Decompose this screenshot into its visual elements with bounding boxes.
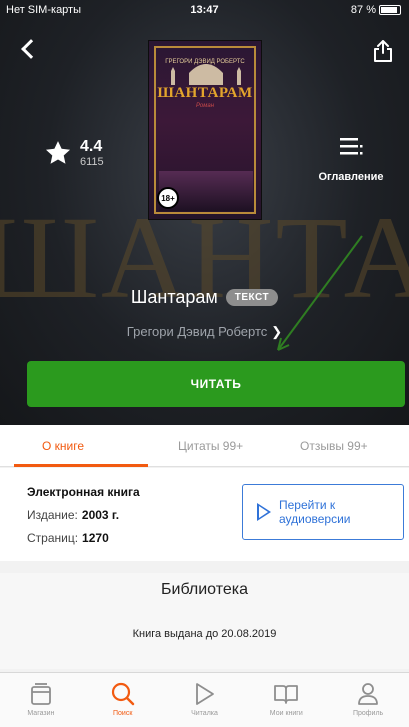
cover-author: ГРЕГОРИ ДЭВИД РОБЕРТС	[165, 59, 245, 65]
loan-due-text: Книга выдана до 20.08.2019	[132, 628, 277, 640]
library-header: Библиотека	[161, 581, 248, 598]
battery-percent: 87 %	[350, 4, 376, 16]
tabbar-item-my-books[interactable]: Мои книги	[245, 673, 327, 727]
tabbar-label-my-books: Мои книги	[269, 710, 303, 717]
tabbar-label-search: Поиск	[112, 710, 133, 717]
tab-quotes[interactable]: Цитаты 99+	[178, 439, 243, 453]
book-title-row: Шантарам ТЕКСТ	[0, 287, 409, 308]
status-time: 13:47	[190, 4, 219, 16]
book-info: Электронная книга Издание: 2003 г. Страни…	[0, 468, 409, 561]
tabbar-item-profile[interactable]: Профиль	[327, 673, 409, 727]
book-tabs: О книге Цитаты 99+ Отзывы 99+	[0, 425, 409, 467]
edition-label: Издание:	[27, 508, 78, 522]
tab-reviews[interactable]: Отзывы 99+	[300, 439, 368, 453]
rating-count: 6115	[80, 156, 104, 168]
book-type: Электронная книга	[27, 485, 140, 499]
toc-label: Оглавление	[318, 171, 384, 183]
book-hero: ШАНТАРАМ Нет SIM-карты 13:47 87 % 4.4 61…	[0, 0, 409, 425]
age-rating-badge: 18+	[157, 187, 179, 209]
profile-icon	[358, 683, 378, 705]
play-icon	[196, 683, 215, 705]
rating-block[interactable]: 4.4 6115	[44, 138, 104, 168]
pages-value: 1270	[82, 531, 109, 545]
author-link[interactable]: Грегори Дэвид Робертс ❯	[0, 324, 409, 340]
book-title: Шантарам	[130, 287, 218, 307]
library-section: Библиотека Книга выдана до 20.08.2019	[0, 573, 409, 669]
audio-version-button[interactable]: Перейти к аудиоверсии	[242, 484, 404, 540]
active-tab-indicator	[14, 464, 148, 467]
chevron-right-icon: ❯	[271, 324, 283, 339]
back-chevron-icon[interactable]	[21, 39, 41, 59]
pages-row: Страниц: 1270	[27, 531, 109, 545]
battery-icon	[379, 5, 401, 15]
bottom-tab-bar: Магазин Поиск Читалка Мои книги Профиль	[0, 672, 409, 727]
audio-button-line1: Перейти к	[279, 498, 336, 512]
tabbar-item-store[interactable]: Магазин	[0, 673, 82, 727]
tabbar-item-search[interactable]: Поиск	[82, 673, 164, 727]
pages-label: Страниц:	[27, 531, 79, 545]
cover-title: ШАНТАРАМ	[157, 85, 253, 101]
open-book-icon	[274, 685, 299, 704]
audio-button-line2: аудиоверсии	[279, 512, 351, 526]
play-icon	[257, 503, 271, 521]
tabbar-label-reader: Читалка	[191, 710, 218, 717]
edition-row: Издание: 2003 г.	[27, 508, 119, 522]
tabbar-label-profile: Профиль	[352, 710, 384, 717]
read-button[interactable]: ЧИТАТЬ	[27, 361, 405, 407]
battery-indicator: 87 %	[351, 4, 401, 16]
table-of-contents-button[interactable]: Оглавление	[309, 136, 393, 183]
rating-value: 4.4	[80, 138, 103, 155]
search-icon	[111, 682, 134, 706]
tabbar-label-store: Магазин	[27, 710, 55, 717]
status-bar: Нет SIM-карты 13:47 87 %	[0, 0, 409, 20]
tab-about[interactable]: О книге	[42, 439, 84, 453]
star-icon	[45, 141, 71, 164]
format-badge: ТЕКСТ	[225, 289, 279, 306]
book-cover[interactable]: ГРЕГОРИ ДЭВИД РОБЕРТС ШАНТАРАМ Роман 18+	[148, 40, 262, 220]
audio-button-label: Перейти к аудиоверсии	[279, 498, 351, 526]
list-icon	[340, 138, 363, 155]
share-icon[interactable]	[373, 40, 393, 62]
edition-value: 2003 г.	[81, 508, 120, 522]
author-name: Грегори Дэвид Робертс	[126, 324, 268, 339]
cover-subtitle: Роман	[195, 103, 215, 109]
tabbar-item-reader[interactable]: Читалка	[164, 673, 246, 727]
store-icon	[30, 683, 51, 705]
